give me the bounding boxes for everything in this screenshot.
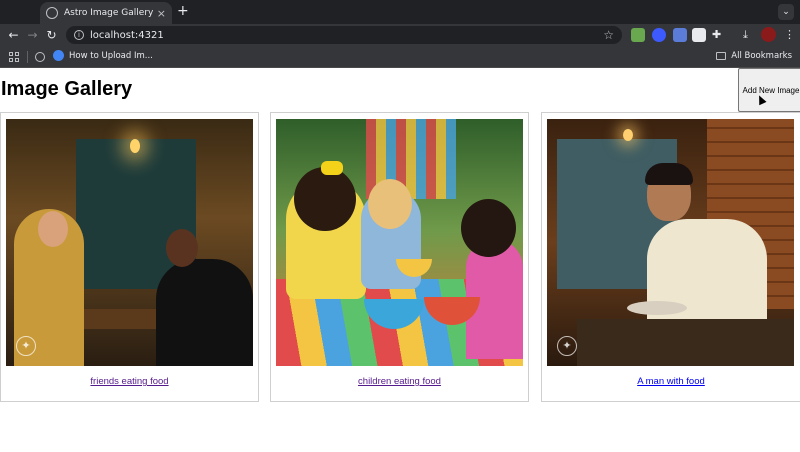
page-content: Image Gallery Add New Image ✦ friends ea… xyxy=(0,68,800,452)
gallery-card: ✦ A man with food xyxy=(541,112,800,402)
tab-title: Astro Image Gallery xyxy=(64,8,154,18)
page-title: Image Gallery xyxy=(1,78,133,100)
close-icon[interactable]: × xyxy=(157,8,166,19)
bookmark-favicon-icon xyxy=(53,50,64,61)
all-bookmarks-button[interactable]: All Bookmarks xyxy=(716,51,792,61)
bookmarks-bar: How to Upload Im... All Bookmarks xyxy=(0,46,800,68)
sparkle-icon: ✦ xyxy=(557,336,577,356)
gallery-caption-link[interactable]: A man with food xyxy=(542,376,800,387)
tab-search-button[interactable]: ⌄ xyxy=(778,4,794,20)
gallery-card: ✦ friends eating food xyxy=(0,112,259,402)
extension-screen-icon[interactable] xyxy=(673,28,687,42)
add-new-image-button[interactable]: Add New Image xyxy=(738,68,800,112)
extensions-puzzle-icon[interactable]: ✚ xyxy=(712,28,721,42)
bookmarks-divider xyxy=(27,51,28,63)
download-icon[interactable]: ⤓ xyxy=(743,28,748,42)
all-bookmarks-label: All Bookmarks xyxy=(731,51,792,61)
bookmark-star-icon[interactable]: ☆ xyxy=(603,28,614,42)
gallery-image-friends[interactable]: ✦ xyxy=(6,119,253,366)
site-info-icon[interactable]: i xyxy=(74,30,84,40)
extension-dark-icon[interactable] xyxy=(692,28,706,42)
url-text[interactable]: localhost:4321 xyxy=(90,30,603,41)
globe-icon[interactable] xyxy=(35,52,45,62)
forward-arrow-icon[interactable]: → xyxy=(23,28,42,42)
tab-strip: Astro Image Gallery × + ⌄ xyxy=(0,0,800,24)
reload-icon[interactable]: ↻ xyxy=(42,28,61,42)
gallery-image-children[interactable] xyxy=(276,119,523,366)
globe-icon xyxy=(46,7,58,19)
avatar[interactable] xyxy=(761,27,776,42)
sparkle-icon: ✦ xyxy=(16,336,36,356)
apps-grid-icon[interactable] xyxy=(9,52,19,62)
new-tab-button[interactable]: + xyxy=(177,3,189,19)
tab-astro-image-gallery[interactable]: Astro Image Gallery × xyxy=(40,2,172,24)
extension-green-icon[interactable] xyxy=(631,28,645,42)
extension-blue-circle-icon[interactable] xyxy=(652,28,666,42)
gallery-card: children eating food xyxy=(270,112,529,402)
menu-dots-icon[interactable]: ⋮ xyxy=(784,28,795,42)
gallery-caption-link[interactable]: children eating food xyxy=(271,376,528,387)
folder-icon xyxy=(716,52,727,60)
gallery-caption-link[interactable]: friends eating food xyxy=(1,376,258,387)
bookmark-label: How to Upload Im... xyxy=(69,50,153,61)
address-bar[interactable]: i localhost:4321 ☆ xyxy=(66,26,622,44)
gallery-image-man[interactable]: ✦ xyxy=(547,119,794,366)
bookmark-how-to-upload[interactable]: How to Upload Im... xyxy=(53,50,153,61)
browser-toolbar: ← → ↻ i localhost:4321 ☆ ✚ ⤓ ⋮ xyxy=(0,24,800,46)
back-arrow-icon[interactable]: ← xyxy=(4,28,23,42)
